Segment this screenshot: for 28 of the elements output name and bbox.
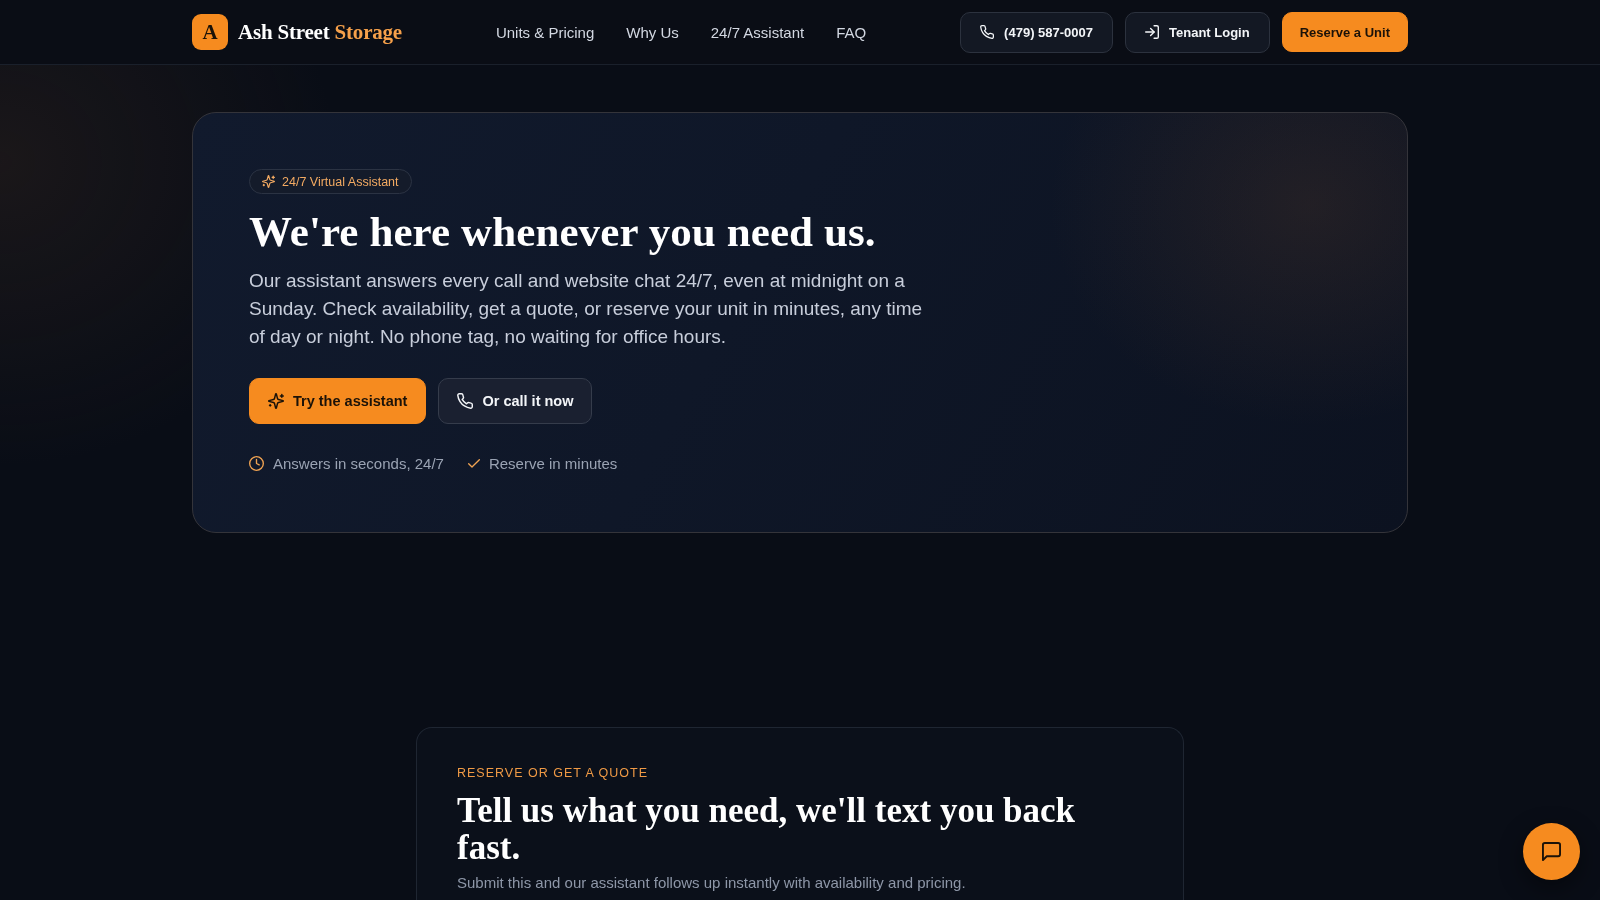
section-eyebrow: RESERVE OR GET A QUOTE <box>457 765 650 781</box>
try-assistant-button[interactable]: Try the assistant <box>249 378 427 424</box>
login-button[interactable]: Tenant Login <box>1125 11 1270 53</box>
nav-link[interactable]: Units & Pricing <box>495 23 595 41</box>
nav-link[interactable]: Why Us <box>626 23 679 41</box>
call-button[interactable]: (479) 587-0007 <box>960 11 1113 53</box>
phone-icon <box>457 393 474 409</box>
feature-tag-label: 24/7 Virtual Assistant <box>282 174 399 189</box>
logo-mark: A <box>192 14 228 50</box>
highlight-text: Reserve in minutes <box>488 455 618 472</box>
section-subtitle: Submit this and our assistant follows up instantly with availability and pricing. <box>457 873 967 893</box>
hero-title: We're here whenever you need us. <box>249 207 877 257</box>
sparkles-icon <box>262 175 275 188</box>
nav-link[interactable]: FAQ <box>836 23 867 41</box>
section-title: Tell us what you need, we'll text you back fast. <box>457 792 1077 866</box>
clock-icon <box>249 456 264 471</box>
hero-description: Our assistant answers every call and website chat 24/7, even at midnight on a Sunday. Check availability, get a quote, or reserve your unit in minutes, any time of day or night. No phone tag, no waiting for office hours. <box>249 269 924 349</box>
reserve-button[interactable]: Reserve a Unit <box>1281 12 1408 52</box>
highlight-text: Answers in seconds, 24/7 <box>273 455 444 472</box>
check-icon <box>467 459 480 468</box>
sign-in-icon <box>1145 25 1159 39</box>
chat-button[interactable] <box>1523 823 1580 880</box>
brand-name: Ash Street Storage <box>238 19 402 45</box>
chat-icon <box>1542 842 1561 861</box>
call-button[interactable]: Or call it now <box>438 378 593 424</box>
nav-link[interactable]: 24/7 Assistant <box>710 23 805 41</box>
sparkles-icon <box>268 393 284 409</box>
phone-icon <box>980 25 995 39</box>
